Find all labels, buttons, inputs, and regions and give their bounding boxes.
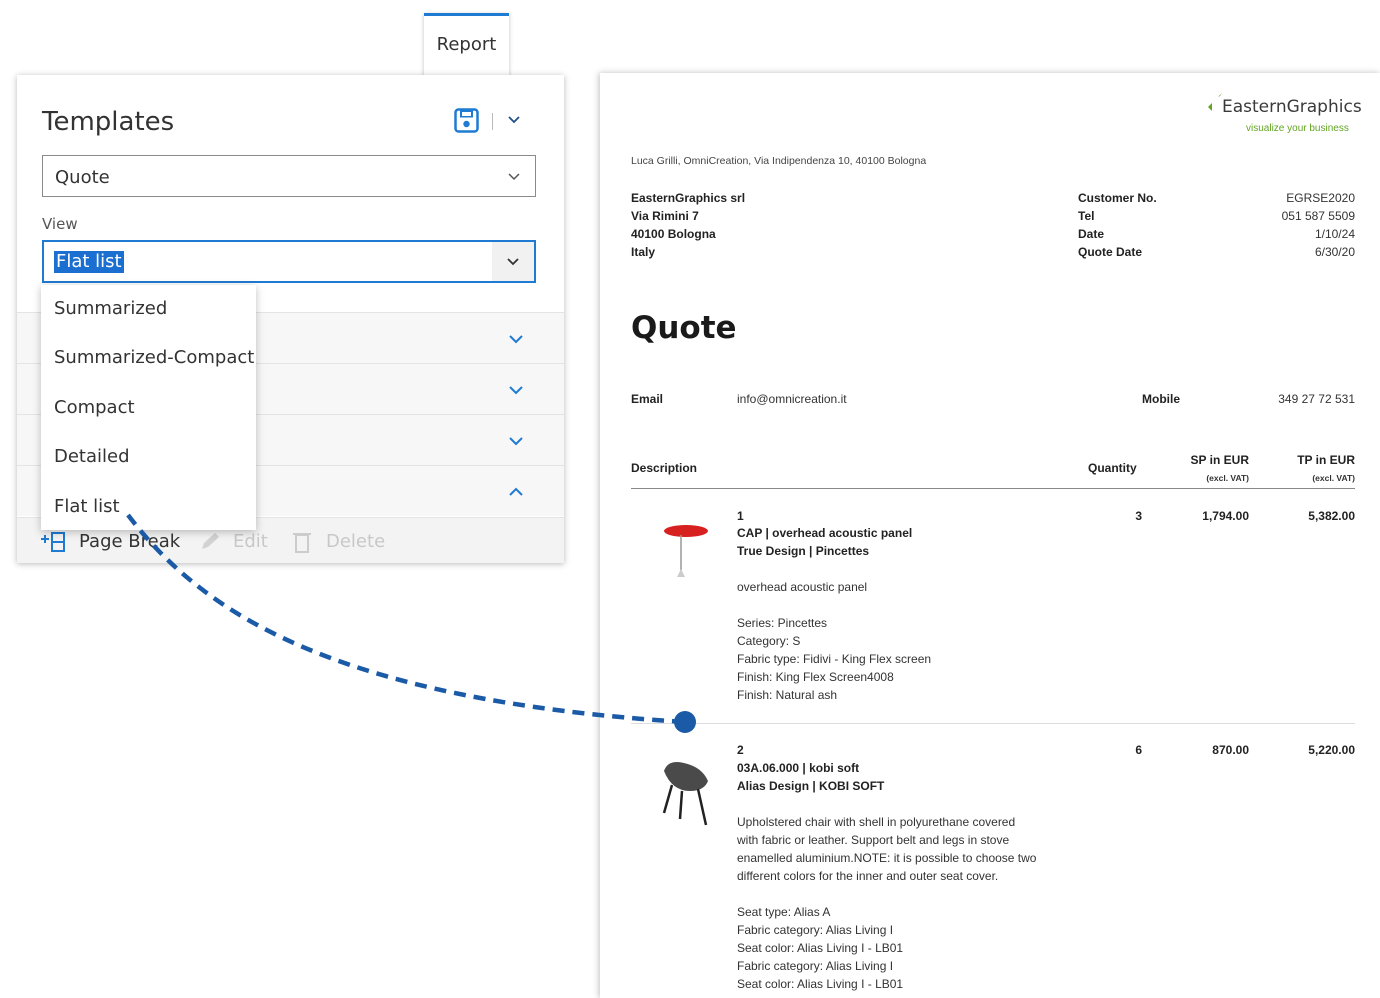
item-sp: 870.00 [1212,743,1249,757]
lamp-thumbnail [664,525,708,577]
recipient-line: Italy [631,245,656,259]
view-option-summarized[interactable]: Summarized [54,298,167,319]
item-detail: Finish: Natural ash [737,688,838,702]
chevron-down-icon [507,258,519,266]
item-detail: Fabric type: Fidivi - King Flex screen [737,652,932,666]
meta-value: 6/30/20 [1314,245,1355,259]
item-title: 03A.06.000 | kobi soft [737,761,860,775]
chevron-down-icon[interactable] [507,113,521,127]
page-break-button[interactable]: Page Break [79,531,180,552]
item-position: 2 [737,743,744,757]
view-option-detailed[interactable]: Detailed [54,446,130,467]
col-sp: SP in EUR [1190,453,1249,467]
meta-value: 1/10/24 [1314,227,1355,241]
meta-label: Quote Date [1078,245,1143,259]
recipient-line: Via Rimini 7 [631,209,699,223]
chevron-down-icon [509,386,523,395]
item-long-desc: different colors for the inner and outer… [737,869,999,883]
logo-name: EasternGraphics [1222,97,1362,117]
add-page-break-icon[interactable] [40,531,66,553]
template-select-value: Quote [55,167,110,188]
email-label: Email [631,392,664,406]
col-sp-note: (excl. VAT) [1206,473,1249,483]
view-option-compact[interactable]: Compact [54,397,135,418]
quote-document: EasternGraphics visualize your business … [600,73,1380,998]
item-quantity: 6 [1135,743,1142,757]
chevron-down-icon [508,173,520,181]
item-detail: Finish: King Flex Screen4008 [737,670,894,684]
recipient-line: EasternGraphics srl [631,191,746,205]
mobile-value: 349 27 72 531 [1278,392,1355,406]
template-select[interactable]: Quote [42,155,536,197]
tab-report-label: Report [436,34,497,55]
delete-button[interactable]: Delete [326,531,385,552]
col-description: Description [631,461,698,475]
meta-label: Date [1078,227,1105,241]
item-position: 1 [737,509,744,523]
chair-thumbnail [662,762,708,826]
item-detail: Category: S [737,634,801,648]
col-quantity: Quantity [1088,461,1137,475]
view-select-value[interactable]: Flat list [54,251,124,273]
pencil-icon [202,533,219,549]
item-long-desc: Upholstered chair with shell in polyuret… [737,815,1016,829]
item-long-desc: with fabric or leather. Support belt and… [737,833,1010,847]
recipient-line: 40100 Bologna [631,227,716,241]
tab-report[interactable]: Report [424,13,509,77]
chevron-up-icon [509,487,523,496]
meta-label: Tel [1078,209,1095,223]
item-detail: Fabric category: Alias Living I [737,923,894,937]
email-value: info@omnicreation.it [737,392,847,406]
col-tp-note: (excl. VAT) [1312,473,1355,483]
meta-value: EGRSE2020 [1286,191,1355,205]
sender-line: Luca Grilli, OmniCreation, Via Indipende… [631,155,927,167]
view-select[interactable]: Flat list [42,240,536,283]
panel-title: Templates [42,107,175,137]
item-detail: Seat color: Alias Living I - LB01 [737,977,904,991]
view-label: View [42,215,78,233]
item-sp: 1,794.00 [1202,509,1249,523]
item-tp: 5,220.00 [1308,743,1355,757]
trash-icon [293,533,311,553]
chevron-down-icon [509,335,523,344]
item-quantity: 3 [1135,509,1142,523]
logo-tagline: visualize your business [1246,123,1349,134]
view-option-summarized-compact[interactable]: Summarized-Compact [54,347,254,368]
edit-button[interactable]: Edit [233,531,268,552]
item-subtitle: True Design | Pincettes [737,544,870,558]
chevron-down-icon [509,437,523,446]
header-rule [631,488,1355,489]
document-title: Quote [631,310,737,346]
item-detail: Fabric category: Alias Living I [737,959,894,973]
item-subtitle: Alias Design | KOBI SOFT [737,779,885,793]
meta-label: Customer No. [1078,191,1157,205]
save-icon[interactable] [454,108,479,133]
view-option-flat-list[interactable]: Flat list [54,496,120,517]
item-detail: Seat type: Alias A [737,905,831,919]
mobile-label: Mobile [1142,392,1180,406]
view-dropdown-list: Summarized Summarized-Compact Compact De… [41,285,256,530]
item-tp: 5,382.00 [1308,509,1355,523]
meta-value: 051 587 5509 [1281,209,1355,223]
item-short-desc: overhead acoustic panel [737,580,868,594]
toolbar-divider [492,113,493,130]
row-separator [631,723,1355,724]
item-detail: Seat color: Alias Living I - LB01 [737,941,904,955]
item-long-desc: enamelled aluminium.NOTE: it is possible… [737,851,1037,865]
col-tp: TP in EUR [1297,453,1355,467]
item-detail: Series: Pincettes [737,616,828,630]
item-title: CAP | overhead acoustic panel [737,526,913,540]
view-select-toggle[interactable] [492,242,534,281]
